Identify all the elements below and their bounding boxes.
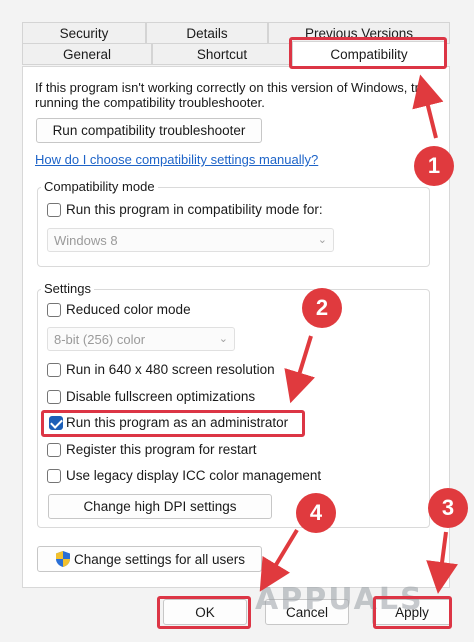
annotation-arrows	[259, 74, 458, 594]
arrow-4	[259, 528, 299, 592]
arrow-1	[412, 74, 444, 139]
arrow-3	[426, 531, 458, 594]
arrow-2	[284, 335, 315, 404]
properties-dialog: Security Details Previous Versions Gener…	[0, 0, 474, 642]
